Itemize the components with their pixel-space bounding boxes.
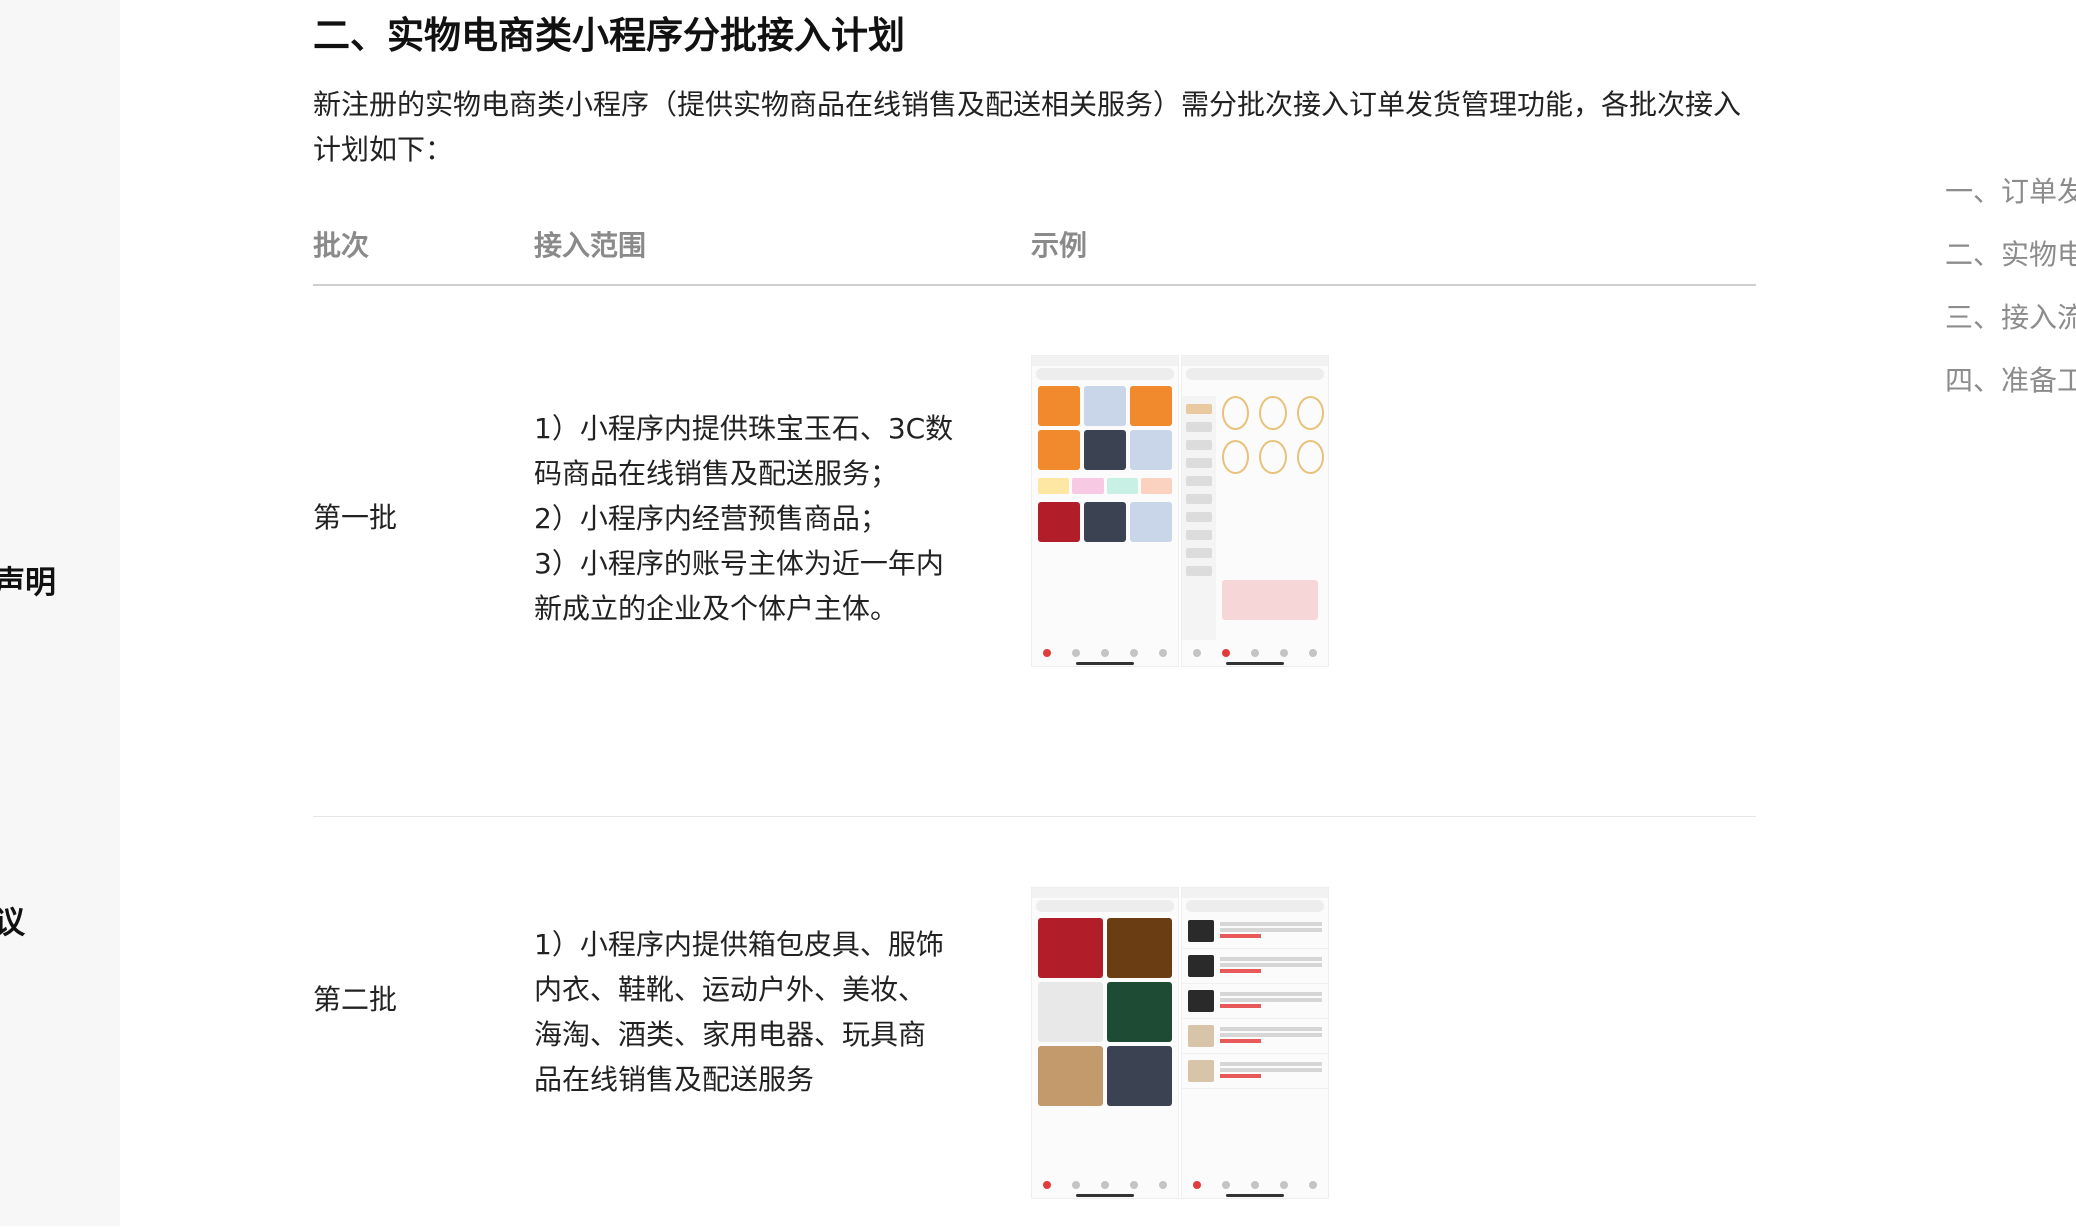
header-example: 示例 [1031,229,1088,262]
header-batch: 批次 [313,229,370,262]
batch-label: 第一批 [313,501,398,534]
app-screenshot-image [1181,355,1329,667]
scope-line: 品在线销售及配送服务 [534,1063,815,1096]
toc-item[interactable]: 四、准备工 [1945,349,2076,412]
header-scope: 接入范围 [534,229,647,262]
sidebar-item-statement[interactable]: 声明 [0,557,56,602]
toc: 一、订单发 二、实物电 三、接入流 四、准备工 [1945,160,2076,412]
app-screenshot-image [1181,887,1329,1199]
sidebar-item-agreement[interactable]: 议 [0,897,25,942]
scope-line: 码商品在线销售及配送服务； [534,457,899,490]
toc-item[interactable]: 三、接入流 [1945,286,2076,349]
toc-item[interactable]: 一、订单发 [1945,160,2076,223]
table-header: 批次 接入范围 示例 [313,200,1756,286]
scope-line: 3）小程序的账号主体为近一年内 [534,547,944,580]
scope-line: 海淘、酒类、家用电器、玩具商 [534,1018,927,1051]
scope-line: 新成立的企业及个体户主体。 [534,592,899,625]
batch-plan-table: 批次 接入范围 示例 第一批 1）小程序内提供珠宝玉石、3C数 码商品在线销售及… [313,200,1756,1227]
toc-item[interactable]: 二、实物电 [1945,223,2076,286]
left-sidebar: 声明 议 [0,0,120,1226]
table-row: 第一批 1）小程序内提供珠宝玉石、3C数 码商品在线销售及配送服务； 2）小程序… [313,286,1756,817]
scope-line: 1）小程序内提供箱包皮具、服饰 [534,928,944,961]
scope-line: 2）小程序内经营预售商品； [534,502,888,535]
table-row: 第二批 1）小程序内提供箱包皮具、服饰 内衣、鞋靴、运动户外、美妆、 海淘、酒类… [313,817,1756,1227]
scope-text: 1）小程序内提供珠宝玉石、3C数 码商品在线销售及配送服务； 2）小程序内经营预… [534,406,964,631]
scope-line: 1）小程序内提供珠宝玉石、3C数 [534,412,954,445]
section-intro: 新注册的实物电商类小程序（提供实物商品在线销售及配送相关服务）需分批次接入订单发… [313,88,1742,166]
main-content: 二、实物电商类小程序分批接入计划 新注册的实物电商类小程序（提供实物商品在线销售… [313,0,1756,1226]
app-screenshot-image [1031,887,1179,1199]
app-screenshot-image [1031,355,1179,667]
scope-text: 1）小程序内提供箱包皮具、服饰 内衣、鞋靴、运动户外、美妆、 海淘、酒类、家用电… [534,922,964,1102]
section-title: 二、实物电商类小程序分批接入计划 [313,14,905,57]
scope-line: 内衣、鞋靴、运动户外、美妆、 [534,973,927,1006]
batch-label: 第二批 [313,983,398,1016]
